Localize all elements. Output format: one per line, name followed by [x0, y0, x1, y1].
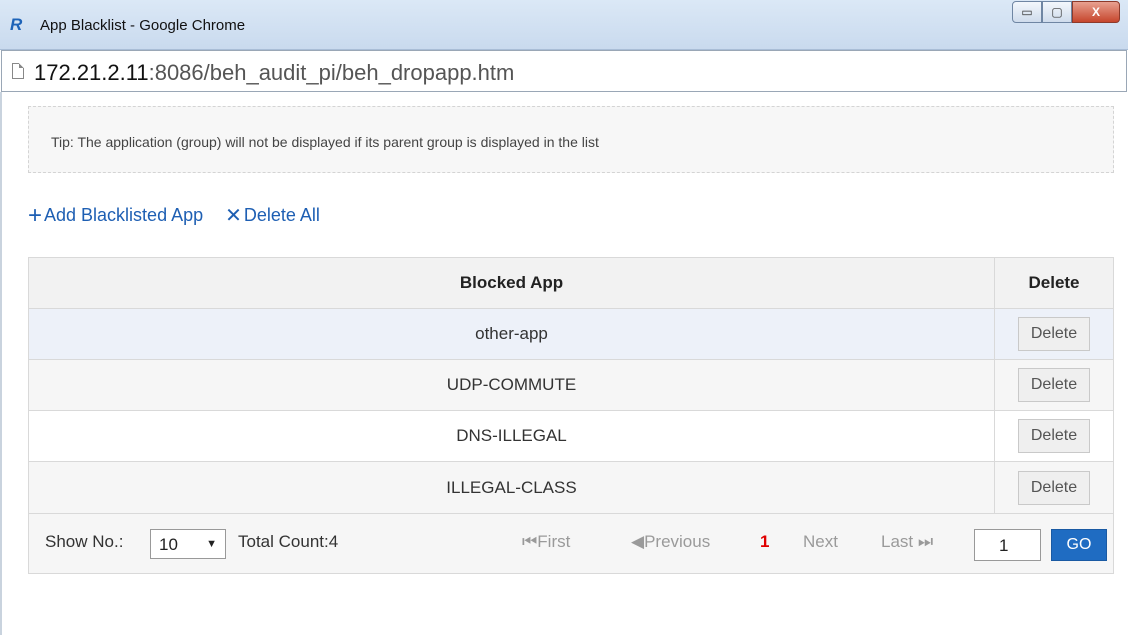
add-blacklisted-app-link[interactable]: + Add Blacklisted App: [28, 201, 204, 229]
page-number-input[interactable]: 1: [974, 529, 1041, 561]
tip-box: Tip: The application (group) will not be…: [28, 106, 1114, 173]
plus-icon: +: [28, 201, 43, 229]
window-title: App Blacklist - Google Chrome: [40, 17, 246, 34]
column-header-delete: Delete: [1028, 273, 1080, 292]
delete-all-label: Delete All: [243, 205, 320, 225]
action-bar: + Add Blacklisted App ✕ Delete All: [28, 201, 320, 229]
blocked-app-name: ILLEGAL-CLASS: [29, 462, 995, 513]
url-path: :8086/beh_audit_pi/beh_dropapp.htm: [148, 60, 515, 85]
table-header-row: Blocked App Delete: [29, 258, 1113, 309]
delete-all-link[interactable]: ✕ Delete All: [225, 205, 320, 226]
window-left-edge: [0, 92, 2, 635]
show-no-label: Show No.:: [45, 532, 124, 551]
blocked-app-name: other-app: [29, 309, 995, 359]
table-row: ILLEGAL-CLASS Delete: [29, 462, 1113, 513]
url-host: 172.21.2.11: [34, 60, 149, 85]
blocked-app-name: DNS-ILLEGAL: [29, 411, 995, 461]
close-icon: ✕: [225, 204, 242, 227]
blocked-app-name: UDP-COMMUTE: [29, 360, 995, 410]
chevron-down-icon: ▼: [206, 538, 217, 550]
last-page-link[interactable]: Last ⏭: [881, 532, 933, 552]
maximize-button[interactable]: ▢: [1042, 1, 1072, 23]
page-icon: [12, 63, 24, 79]
table-row: UDP-COMMUTE Delete: [29, 360, 1113, 411]
page-size-select[interactable]: 10 ▼: [150, 529, 226, 559]
delete-button[interactable]: Delete: [1018, 368, 1090, 402]
previous-page-link[interactable]: ◀Previous: [631, 532, 710, 552]
total-count: Total Count:4: [238, 532, 339, 551]
window-controls: ▭ ▢ X: [1012, 1, 1120, 23]
go-button[interactable]: GO: [1051, 529, 1107, 561]
minimize-button[interactable]: ▭: [1012, 1, 1042, 23]
pagination-bar: Show No.: 10 ▼ Total Count:4 ⏮First ◀Pre…: [28, 514, 1114, 574]
app-logo-icon: R: [10, 15, 23, 34]
blocked-apps-table: Blocked App Delete other-app Delete UDP-…: [28, 257, 1114, 514]
table-row: DNS-ILLEGAL Delete: [29, 411, 1113, 462]
delete-button[interactable]: Delete: [1018, 419, 1090, 453]
delete-button[interactable]: Delete: [1018, 317, 1090, 351]
column-header-blocked-app: Blocked App: [29, 258, 995, 308]
first-page-link[interactable]: ⏮First: [522, 532, 570, 552]
current-page-number: 1: [760, 532, 770, 551]
page-size-value: 10: [159, 535, 178, 554]
delete-button[interactable]: Delete: [1018, 470, 1090, 505]
url-text[interactable]: 172.21.2.11:8086/beh_audit_pi/beh_dropap…: [34, 60, 514, 86]
tip-text: Tip: The application (group) will not be…: [51, 134, 599, 150]
table-row: other-app Delete: [29, 309, 1113, 360]
close-button[interactable]: X: [1072, 1, 1120, 23]
next-page-link[interactable]: Next: [803, 532, 838, 552]
address-bar[interactable]: 172.21.2.11:8086/beh_audit_pi/beh_dropap…: [1, 50, 1127, 92]
window-titlebar: R App Blacklist - Google Chrome ▭ ▢ X: [0, 0, 1128, 50]
add-blacklisted-app-label: Add Blacklisted App: [44, 205, 204, 225]
